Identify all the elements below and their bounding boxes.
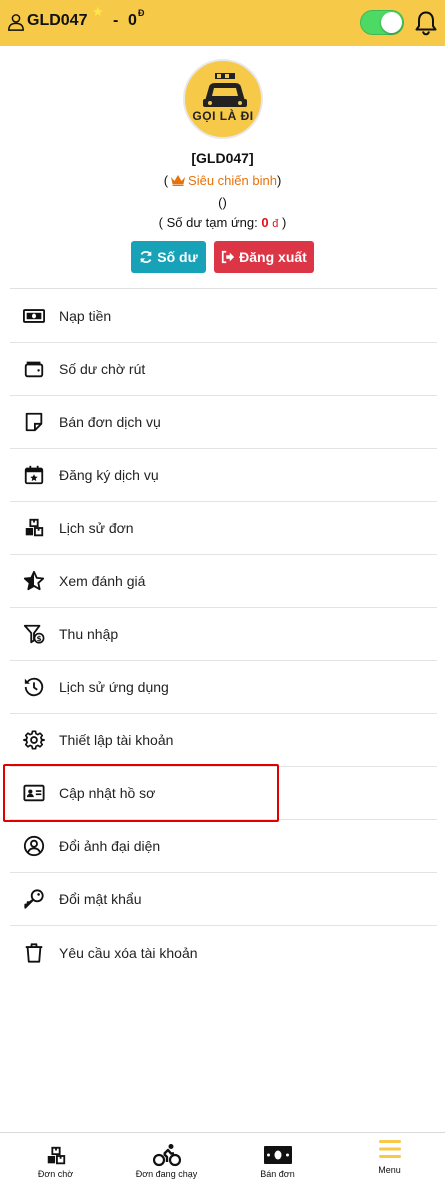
menu-item-label: Thu nhập — [59, 626, 119, 642]
menu-item-change-password[interactable]: Đổi mật khẩu — [10, 873, 437, 926]
avatar: GỌI LÀ ĐI — [183, 59, 263, 139]
boxes-icon — [21, 517, 47, 539]
history-icon — [21, 676, 47, 698]
rank-close: ) — [276, 173, 282, 188]
menu-item-deposit[interactable]: Nạp tiền — [10, 290, 437, 343]
menu-item-app-history[interactable]: Lịch sử ứng dụng — [10, 661, 437, 714]
advance-unit: đ — [272, 218, 279, 230]
profile-extra: () — [218, 195, 227, 210]
crown-icon — [171, 175, 186, 186]
menu-item-label: Lịch sử đơn — [59, 520, 134, 536]
cyclist-icon — [152, 1144, 181, 1167]
trash-icon — [21, 942, 47, 964]
toggle-knob — [381, 12, 402, 33]
menu-item-label: Yêu cầu xóa tài khoản — [59, 944, 198, 961]
rank-line: ( Siêu chiến binh) — [0, 173, 445, 188]
hamburger-icon — [378, 1140, 401, 1158]
money-bill-icon — [21, 305, 47, 327]
menu-item-label: Đổi mật khẩu — [59, 891, 142, 907]
balance-button[interactable]: Số dư — [131, 241, 206, 273]
header-balance: 0 — [128, 12, 137, 29]
avatar-logo-text: GỌI LÀ ĐI — [192, 109, 254, 123]
menu-item-delete-account[interactable]: Yêu cầu xóa tài khoản — [10, 926, 437, 979]
nav-label: Menu — [378, 1165, 401, 1175]
boxes-icon — [47, 1146, 65, 1165]
nav-sell-orders[interactable]: Bán đơn — [222, 1133, 333, 1179]
menu-item-reviews[interactable]: Xem đánh giá — [10, 555, 437, 608]
nav-label: Bán đơn — [260, 1169, 295, 1179]
advance-prefix: ( Số dư tạm ứng: — [158, 215, 258, 230]
menu-item-label: Đổi ảnh đại diện — [59, 838, 161, 854]
menu-item-sell-service[interactable]: Bán đơn dịch vụ — [10, 396, 437, 449]
menu-item-label: Số dư chờ rút — [59, 361, 146, 377]
wallet-icon — [21, 358, 47, 380]
menu-item-label: Bán đơn dịch vụ — [59, 414, 161, 430]
key-icon — [21, 888, 47, 910]
header-currency: Đ — [138, 8, 145, 18]
menu-item-order-history[interactable]: Lịch sử đơn — [10, 502, 437, 555]
user-icon[interactable] — [7, 13, 25, 31]
bottom-nav: Đơn chờ Đơn đang chạy Bán đơn Menu — [0, 1132, 445, 1179]
sticky-note-icon — [21, 411, 47, 433]
balance-button-label: Số dư — [157, 249, 198, 265]
online-toggle[interactable] — [360, 10, 404, 35]
selection-highlight — [3, 764, 279, 822]
menu-item-pending-withdraw[interactable]: Số dư chờ rút — [10, 343, 437, 396]
user-circle-icon — [21, 835, 47, 857]
star-half-icon — [21, 570, 47, 592]
funnel-dollar-icon: $ — [21, 623, 47, 645]
top-bar: GLD047 ★ - 0 Đ — [0, 0, 445, 46]
advance-balance-line: ( Số dư tạm ứng: 0 đ ) — [0, 215, 445, 230]
nav-label: Đơn chờ — [37, 1169, 74, 1179]
menu-item-register-service[interactable]: Đăng ký dịch vụ — [10, 449, 437, 502]
calendar-star-icon — [21, 464, 47, 486]
logout-button[interactable]: Đăng xuất — [214, 241, 314, 273]
menu-item-change-avatar[interactable]: Đổi ảnh đại diện — [10, 820, 437, 873]
menu-item-label: Nạp tiền — [59, 308, 112, 324]
rank-open: ( — [163, 173, 169, 188]
divider — [10, 288, 437, 289]
star-icon: ★ — [92, 4, 104, 19]
bell-icon[interactable] — [414, 10, 438, 36]
menu-item-account-settings[interactable]: Thiết lập tài khoản — [10, 714, 437, 767]
nav-label: Đơn đang chạy — [135, 1169, 198, 1179]
menu-item-label: Đăng ký dịch vụ — [59, 467, 159, 483]
taxi-logo-icon — [203, 73, 247, 107]
rank-text: Siêu chiến binh — [188, 173, 277, 188]
menu-item-label: Xem đánh giá — [59, 573, 146, 589]
money-bill-icon — [263, 1146, 292, 1164]
sign-out-icon — [222, 250, 235, 264]
menu-item-label: Lịch sử ứng dụng — [59, 679, 169, 695]
advance-amount: 0 — [261, 215, 269, 230]
logout-button-label: Đăng xuất — [239, 249, 307, 265]
nav-pending-orders[interactable]: Đơn chờ — [0, 1133, 111, 1179]
nav-menu[interactable]: Menu — [334, 1133, 445, 1179]
menu-item-label: Thiết lập tài khoản — [59, 732, 174, 748]
header-username: GLD047 — [27, 12, 88, 29]
advance-suffix: ) — [281, 215, 287, 230]
nav-running-orders[interactable]: Đơn đang chạy — [111, 1133, 222, 1179]
svg-text:$: $ — [36, 634, 41, 643]
refresh-icon — [140, 251, 152, 263]
gear-icon — [21, 729, 47, 751]
header-separator: - — [113, 12, 119, 29]
profile-name: [GLD047] — [191, 150, 254, 166]
menu-item-income[interactable]: $ Thu nhập — [10, 608, 437, 661]
menu-list: Nạp tiền Số dư chờ rút Bán đơn dịch vụ Đ… — [10, 290, 437, 979]
